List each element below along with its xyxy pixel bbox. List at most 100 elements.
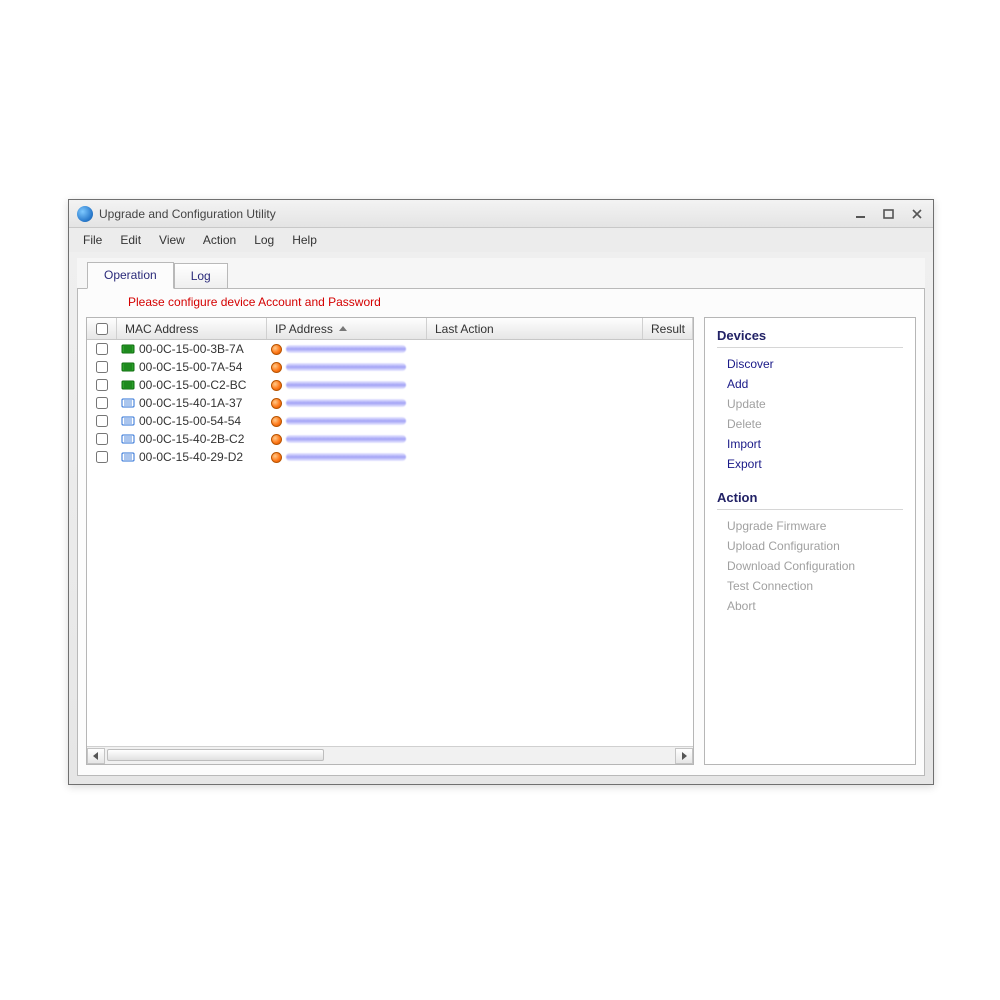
action-item-upgrade-firmware: Upgrade Firmware — [717, 516, 903, 536]
action-item-test-connection: Test Connection — [717, 576, 903, 596]
select-all-checkbox[interactable] — [96, 323, 108, 335]
cell-mac: 00-0C-15-00-C2-BC — [117, 378, 267, 392]
devices-item-export[interactable]: Export — [717, 454, 903, 474]
side-panel: Devices DiscoverAddUpdateDeleteImportExp… — [704, 317, 916, 765]
cell-ip — [267, 452, 427, 463]
table-row[interactable]: 00-0C-15-00-C2-BC — [87, 376, 693, 394]
row-checkbox-cell — [87, 376, 117, 394]
devices-item-delete: Delete — [717, 414, 903, 434]
row-checkbox[interactable] — [96, 361, 108, 373]
tab-log[interactable]: Log — [174, 263, 228, 289]
client-area: Operation Log Please configure device Ac… — [77, 258, 925, 776]
status-dot-icon — [271, 398, 282, 409]
app-window: Upgrade and Configuration Utility File E… — [68, 199, 934, 785]
tab-operation[interactable]: Operation — [87, 262, 174, 289]
scroll-left-button[interactable] — [87, 748, 105, 764]
table-row[interactable]: 00-0C-15-40-2B-C2 — [87, 430, 693, 448]
table-row[interactable]: 00-0C-15-00-54-54 — [87, 412, 693, 430]
menubar: File Edit View Action Log Help — [69, 228, 933, 252]
cell-ip — [267, 362, 427, 373]
table-row[interactable]: 00-0C-15-00-7A-54 — [87, 358, 693, 376]
cell-mac: 00-0C-15-40-1A-37 — [117, 396, 267, 410]
close-button[interactable] — [907, 206, 927, 222]
devices-item-add[interactable]: Add — [717, 374, 903, 394]
table-row[interactable]: 00-0C-15-00-3B-7A — [87, 340, 693, 358]
ip-redacted — [286, 381, 406, 389]
status-dot-icon — [271, 434, 282, 445]
cell-mac: 00-0C-15-00-3B-7A — [117, 342, 267, 356]
grid-header: MAC Address IP Address Last Action Resul… — [87, 318, 693, 340]
row-checkbox-cell — [87, 340, 117, 358]
device-blue-icon — [121, 433, 135, 445]
device-blue-icon — [121, 415, 135, 427]
menu-log[interactable]: Log — [246, 230, 282, 250]
column-result[interactable]: Result — [643, 318, 693, 339]
cell-ip — [267, 434, 427, 445]
column-last-action[interactable]: Last Action — [427, 318, 643, 339]
ip-redacted — [286, 435, 406, 443]
ip-redacted — [286, 399, 406, 407]
mac-address: 00-0C-15-00-3B-7A — [139, 342, 244, 356]
cell-mac: 00-0C-15-40-29-D2 — [117, 450, 267, 464]
minimize-button[interactable] — [851, 206, 871, 222]
tabpanel-operation: Please configure device Account and Pass… — [77, 288, 925, 776]
column-mac[interactable]: MAC Address — [117, 318, 267, 339]
action-heading: Action — [717, 490, 903, 510]
row-checkbox[interactable] — [96, 433, 108, 445]
row-checkbox[interactable] — [96, 379, 108, 391]
action-item-download-configuration: Download Configuration — [717, 556, 903, 576]
cell-mac: 00-0C-15-00-7A-54 — [117, 360, 267, 374]
cell-mac: 00-0C-15-40-2B-C2 — [117, 432, 267, 446]
mac-address: 00-0C-15-40-2B-C2 — [139, 432, 244, 446]
cell-ip — [267, 416, 427, 427]
grid-body: 00-0C-15-00-3B-7A 00-0C-15-00-7A-54 — [87, 340, 693, 746]
cell-ip — [267, 344, 427, 355]
cell-ip — [267, 398, 427, 409]
configure-warning: Please configure device Account and Pass… — [78, 289, 924, 313]
ip-redacted — [286, 453, 406, 461]
mac-address: 00-0C-15-40-29-D2 — [139, 450, 243, 464]
row-checkbox-cell — [87, 430, 117, 448]
device-green-icon — [121, 343, 135, 355]
row-checkbox[interactable] — [96, 415, 108, 427]
maximize-button[interactable] — [879, 206, 899, 222]
ip-redacted — [286, 363, 406, 371]
row-checkbox[interactable] — [96, 343, 108, 355]
row-checkbox-cell — [87, 394, 117, 412]
menu-file[interactable]: File — [75, 230, 110, 250]
mac-address: 00-0C-15-40-1A-37 — [139, 396, 242, 410]
devices-item-import[interactable]: Import — [717, 434, 903, 454]
menu-action[interactable]: Action — [195, 230, 244, 250]
horizontal-scrollbar[interactable] — [87, 746, 693, 764]
devices-heading: Devices — [717, 328, 903, 348]
row-checkbox[interactable] — [96, 451, 108, 463]
app-icon — [77, 206, 93, 222]
mac-address: 00-0C-15-00-7A-54 — [139, 360, 242, 374]
row-checkbox-cell — [87, 358, 117, 376]
status-dot-icon — [271, 416, 282, 427]
row-checkbox[interactable] — [96, 397, 108, 409]
table-row[interactable]: 00-0C-15-40-1A-37 — [87, 394, 693, 412]
tabbar: Operation Log — [77, 258, 925, 288]
device-green-icon — [121, 379, 135, 391]
menu-edit[interactable]: Edit — [112, 230, 149, 250]
device-green-icon — [121, 361, 135, 373]
status-dot-icon — [271, 362, 282, 373]
scroll-track[interactable] — [105, 748, 675, 764]
scroll-thumb[interactable] — [107, 749, 324, 761]
devices-item-discover[interactable]: Discover — [717, 354, 903, 374]
column-ip[interactable]: IP Address — [267, 318, 427, 339]
status-dot-icon — [271, 344, 282, 355]
column-ip-label: IP Address — [275, 322, 333, 336]
row-checkbox-cell — [87, 448, 117, 466]
menu-help[interactable]: Help — [284, 230, 325, 250]
action-item-abort: Abort — [717, 596, 903, 616]
cell-ip — [267, 380, 427, 391]
table-row[interactable]: 00-0C-15-40-29-D2 — [87, 448, 693, 466]
cell-mac: 00-0C-15-00-54-54 — [117, 414, 267, 428]
device-blue-icon — [121, 397, 135, 409]
scroll-right-button[interactable] — [675, 748, 693, 764]
menu-view[interactable]: View — [151, 230, 193, 250]
status-dot-icon — [271, 380, 282, 391]
titlebar[interactable]: Upgrade and Configuration Utility — [69, 200, 933, 228]
